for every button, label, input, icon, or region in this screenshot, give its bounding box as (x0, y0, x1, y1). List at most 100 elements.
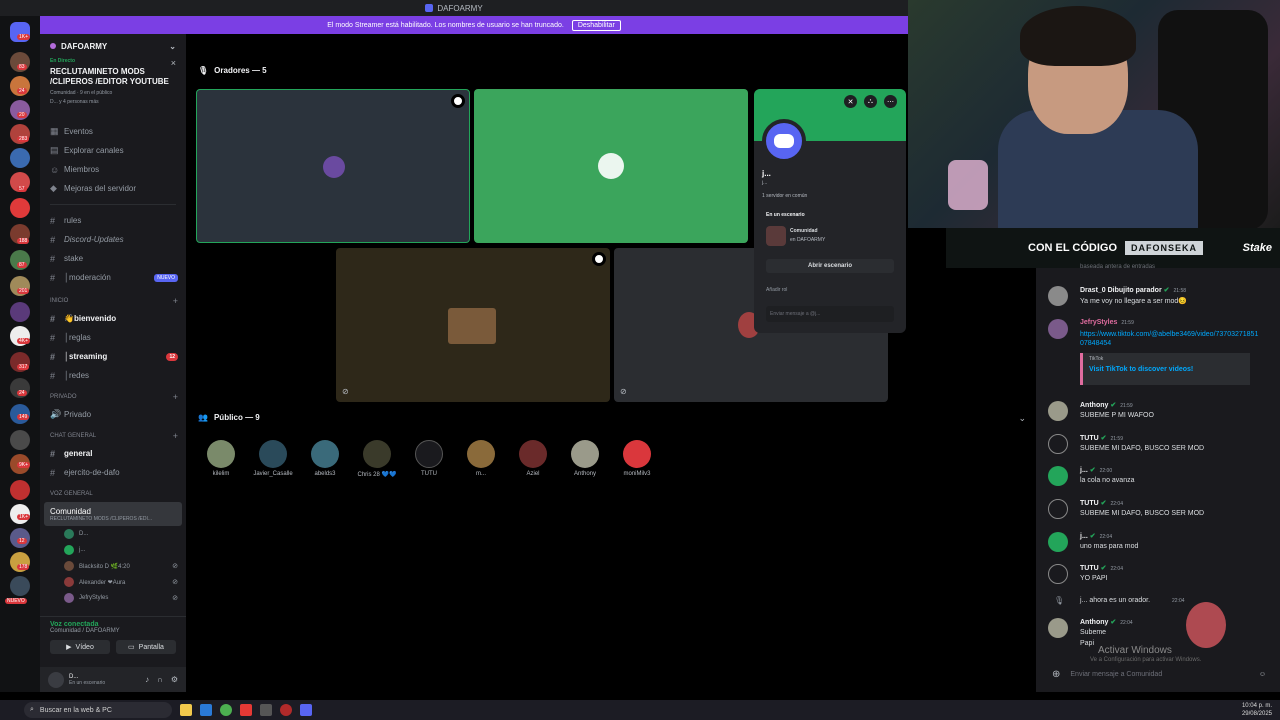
add-channel-icon[interactable]: + (173, 296, 178, 306)
folder-icon[interactable] (180, 704, 192, 716)
avatar[interactable] (48, 671, 64, 688)
channel-privado[interactable]: 🔊 Privado (40, 405, 186, 424)
camera-icon[interactable] (451, 94, 465, 108)
avatar[interactable] (1048, 499, 1068, 519)
channel-ejercito-de-dafo[interactable]: # ejercito-de-dafo (40, 463, 186, 482)
server-icon[interactable] (10, 576, 30, 596)
discord-icon[interactable] (300, 704, 312, 716)
voice-user[interactable]: j... (40, 542, 186, 558)
message-author[interactable]: TUTU (1080, 565, 1099, 572)
voice-user[interactable]: JefryStyles ⊘ (40, 590, 186, 606)
headphones-icon[interactable]: ∩ (157, 675, 163, 684)
message-author[interactable]: Anthony (1080, 402, 1108, 409)
server-icon[interactable] (10, 480, 30, 500)
channel-general[interactable]: # general (40, 444, 186, 463)
server-icon[interactable] (10, 430, 30, 450)
server-header[interactable]: DAFOARMY ⌄ (40, 34, 186, 58)
chat-input[interactable]: ⊕ Enviar mensaje a Comunidad ☺ (1044, 664, 1274, 684)
people-icon[interactable]: ⛬ (864, 95, 877, 108)
obs-icon[interactable] (280, 704, 292, 716)
avatar[interactable] (1048, 319, 1068, 339)
speaker-tile[interactable] (196, 89, 470, 243)
browser-icon[interactable] (200, 704, 212, 716)
add-attachment-icon[interactable]: ⊕ (1052, 669, 1060, 680)
taskbar-search[interactable]: ⌕ Buscar en la web & PC (24, 702, 172, 718)
chrome-icon[interactable] (220, 704, 232, 716)
emoji-icon[interactable]: ☺ (1259, 671, 1266, 678)
channel-rules[interactable]: # rules (40, 211, 186, 230)
speaker-tile[interactable] (474, 89, 748, 243)
message-author[interactable]: TUTU (1080, 435, 1099, 442)
voice-user[interactable]: Alexander ❤Aura ⊘ (40, 574, 186, 590)
audience-member[interactable]: kilelim (201, 440, 241, 477)
screen-share-button[interactable]: ▭ Pantalla (116, 640, 176, 654)
youtube-icon[interactable] (240, 704, 252, 716)
more-icon[interactable]: ⋯ (884, 95, 897, 108)
chevron-down-icon[interactable]: ⌄ (1018, 413, 1026, 424)
nav-server-boost[interactable]: ◆ Mejoras del servidor (40, 179, 186, 198)
streamer-banner-text: El modo Streamer está habilitado. Los no… (327, 21, 564, 29)
microphone-icon[interactable]: ♪ (145, 675, 149, 684)
voice-user[interactable]: D... (40, 526, 186, 542)
channel-moderacion[interactable]: # │moderación NUEVO (40, 268, 186, 287)
channel-reglas[interactable]: # │reglas (40, 328, 186, 347)
live-event-card[interactable]: En Directo RECLUTAMINETO MODS /CLIPEROS … (40, 58, 186, 122)
channel-discord-updates[interactable]: # Discord-Updates (40, 230, 186, 249)
message-author[interactable]: JefryStyles (1080, 319, 1117, 326)
avatar[interactable] (1048, 618, 1068, 638)
channel-redes[interactable]: # │redes (40, 366, 186, 385)
avatar[interactable] (1048, 564, 1068, 584)
server-icon[interactable] (10, 148, 30, 168)
audience-member[interactable]: moniMilv3 (617, 440, 657, 477)
category-voz-general[interactable]: VOZ GENERAL (40, 486, 186, 502)
disable-streamer-button[interactable]: Deshabilitar (571, 19, 621, 31)
nav-members[interactable]: ☺ Miembros (40, 160, 186, 179)
message-author[interactable]: j... (1080, 533, 1088, 540)
message-author[interactable]: Drast_0 Dibujito parador (1080, 287, 1162, 294)
audience-member[interactable]: m... (461, 440, 501, 477)
server-icon[interactable] (10, 302, 30, 322)
channel-bienvenido[interactable]: # 👋bienvenido (40, 309, 186, 328)
nav-explore-channels[interactable]: ▤ Explorar canales (40, 141, 186, 160)
avatar[interactable] (1048, 532, 1068, 552)
add-channel-icon[interactable]: + (173, 431, 178, 441)
avatar[interactable] (1048, 466, 1068, 486)
category-privado[interactable]: PRIVADO + (40, 389, 186, 405)
message-author[interactable]: j... (1080, 467, 1088, 474)
avatar[interactable] (1048, 434, 1068, 454)
add-role-button[interactable]: Añadir rol (766, 287, 787, 293)
close-icon[interactable]: × (171, 58, 176, 68)
audience-member[interactable]: Aziel (513, 440, 553, 477)
category-inicio[interactable]: INICIO + (40, 293, 186, 309)
speaker-tile[interactable]: ⊘ (336, 248, 610, 402)
voice-user[interactable]: Blacksito D 🌿4:20 ⊘ (40, 558, 186, 574)
muted-mic-icon: ⊘ (172, 579, 178, 586)
app-icon[interactable] (260, 704, 272, 716)
message-author[interactable]: TUTU (1080, 500, 1099, 507)
channel-stake[interactable]: # stake (40, 249, 186, 268)
message-author[interactable]: Anthony (1080, 619, 1108, 626)
nav-events[interactable]: ▦ Eventos (40, 122, 186, 141)
message-input[interactable]: Enviar mensaje a @j... (766, 306, 894, 322)
camera-icon[interactable] (592, 252, 606, 266)
close-icon[interactable]: ✕ (844, 95, 857, 108)
audience-member[interactable]: Chris 28 💙💙 (357, 440, 397, 478)
add-channel-icon[interactable]: + (173, 392, 178, 402)
channel-streaming[interactable]: # │streaming 12 (40, 347, 186, 366)
avatar[interactable] (1048, 401, 1068, 421)
audience-member[interactable]: TUTU (409, 440, 449, 477)
embed-title[interactable]: Visit TikTok to discover videos! (1089, 366, 1244, 373)
audience-member[interactable]: abelds3 (305, 440, 345, 477)
gear-icon[interactable]: ⚙ (171, 675, 178, 684)
message-link[interactable]: https://www.tiktok.com/@abelbe3469/video… (1080, 330, 1260, 348)
server-icon[interactable] (10, 198, 30, 218)
category-chat-general[interactable]: CHAT GENERAL + (40, 428, 186, 444)
audience-member[interactable]: Javier_Casalle (253, 440, 293, 477)
open-stage-button[interactable]: Abrir escenario (766, 259, 894, 273)
video-button[interactable]: ▶ Vídeo (50, 640, 110, 654)
stage-channel-comunidad[interactable]: Comunidad RECLUTAMINETO MODS /CLIPEROS /… (44, 502, 182, 526)
avatar[interactable] (1048, 286, 1068, 306)
taskbar-clock[interactable]: 10:04 p. m. 29/08/2025 (1242, 702, 1272, 718)
mutual-servers[interactable]: 1 servidor en común (762, 193, 807, 199)
audience-member[interactable]: Anthony (565, 440, 605, 477)
